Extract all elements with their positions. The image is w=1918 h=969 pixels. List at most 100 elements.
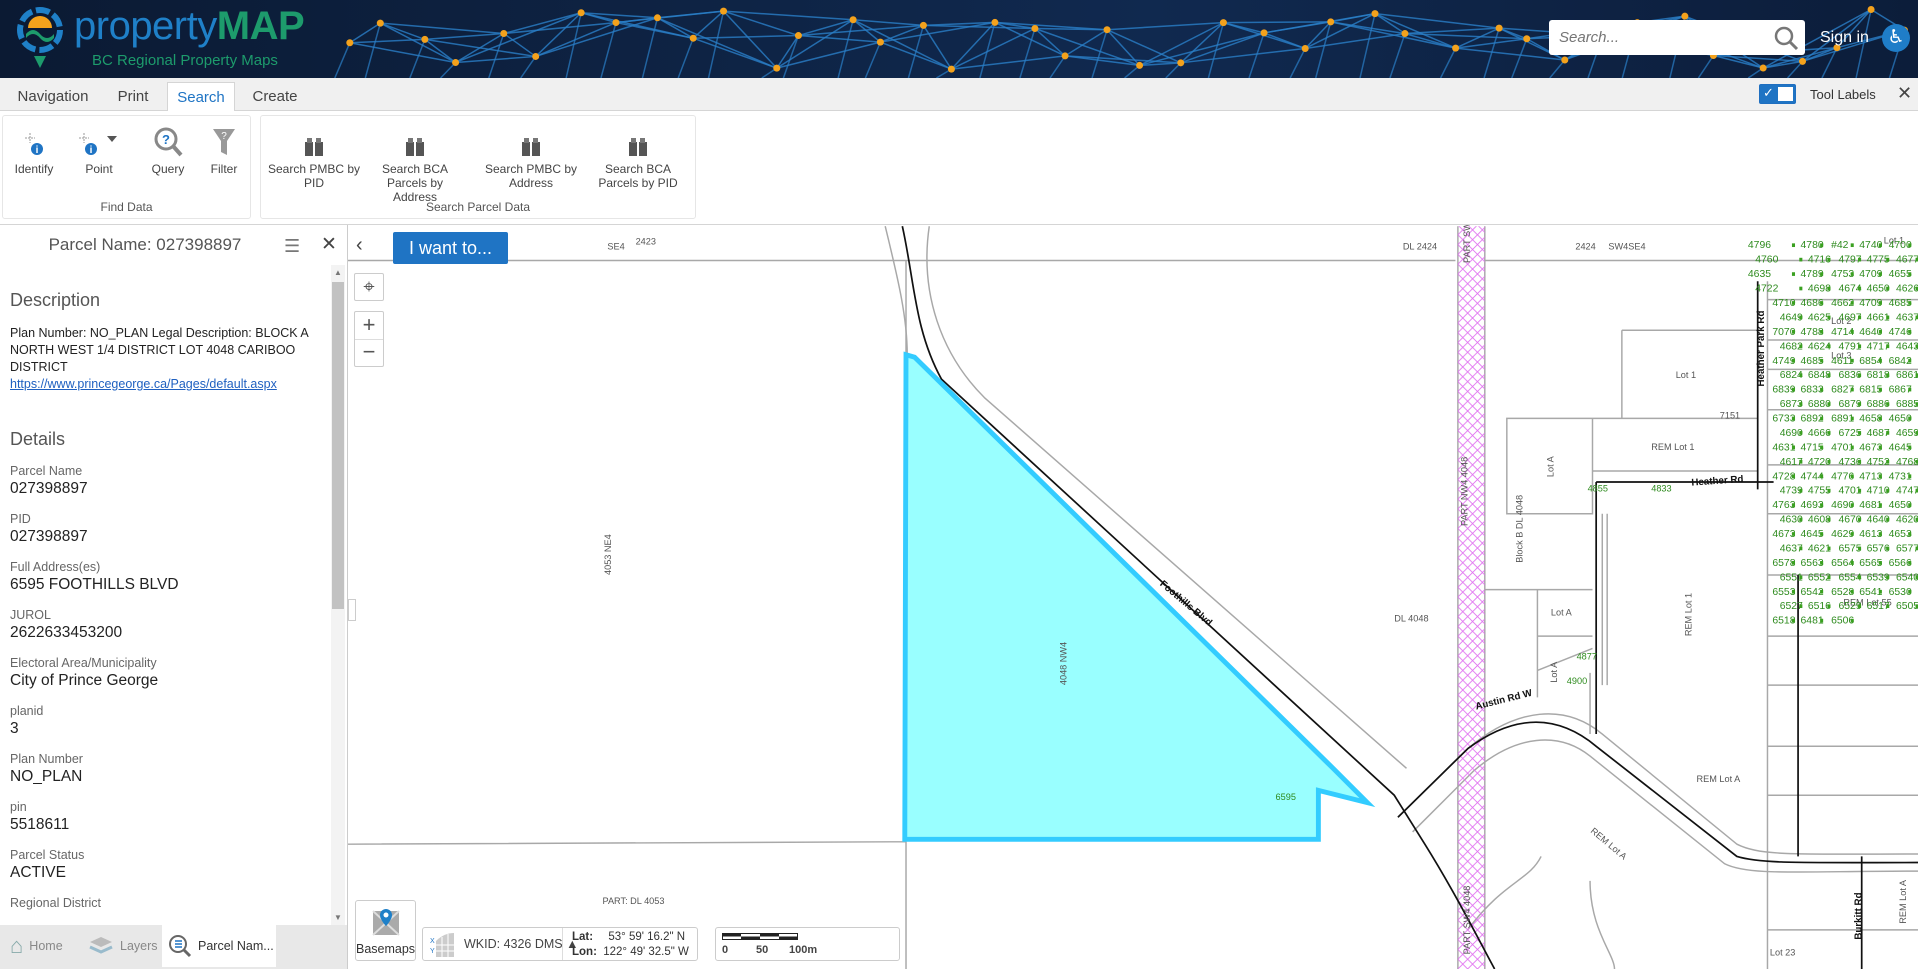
address-point [1850,445,1854,450]
address-point [1827,373,1831,377]
city-link[interactable]: https://www.princegeorge.ca/Pages/defaul… [10,377,277,391]
address-point [1850,329,1854,334]
map-label: Lot 23 [1770,948,1795,958]
svg-text:X: X [430,938,435,945]
address-point [1878,589,1882,594]
collapse-panel-button[interactable]: ‹ [356,234,363,257]
tab-navigation[interactable]: Navigation [8,82,98,111]
zoom-in-button[interactable]: + [355,312,383,340]
address-point [1858,488,1862,493]
address-point [1820,618,1824,623]
zoom-out-button[interactable]: − [355,340,383,367]
field-value: 027398897 [10,528,88,545]
binoculars-icon [406,138,424,156]
parcel-map[interactable]: SE4 2423 DL 2424 2424 SW4SE4 PART SW4 4053 NE4… [348,225,1918,969]
address-point [1791,329,1796,334]
sign-in-link[interactable]: Sign in [1820,29,1869,47]
address-point [1827,517,1831,522]
search-icon[interactable] [1773,25,1799,51]
address-label: 4620 [1896,515,1918,526]
search-parcel-data-label: Search Parcel Data [425,200,531,214]
search-input[interactable] [1559,29,1759,46]
close-ribbon-icon[interactable]: ✕ [1897,83,1912,104]
address-label: 4677 [1896,255,1918,266]
map-view[interactable]: SE4 2423 DL 2424 2424 SW4SE4 PART SW4 4053 NE4… [348,225,1918,969]
map-label: 4053 NE4 [603,534,613,575]
search-pmbc-by-pid-button[interactable]: Search PMBC by PID [267,124,361,190]
address-point [1827,257,1831,262]
address-point [1820,503,1824,507]
scale-bar: 0 50 100m [715,927,900,961]
basemaps-button[interactable]: Basemaps [355,900,416,961]
address-point [1858,517,1862,522]
tab-search[interactable]: Search [167,82,235,111]
address-point [1850,358,1854,363]
map-label: Lot A [1551,607,1573,617]
coordinate-system-icon[interactable]: XY [428,931,454,959]
selected-parcel-highlight[interactable] [902,351,1376,842]
address-point [1908,301,1912,305]
address-point [1878,329,1882,334]
address-point [1886,546,1890,551]
parcel-name-tab[interactable]: Parcel Nam... [162,925,276,967]
search-pmbc-by-address-button[interactable]: Search PMBC by Address [483,124,579,190]
tool-labels-label: Tool Labels [1810,87,1876,102]
identify-button[interactable]: i Identify [9,124,59,176]
search-bca-parcels-by-pid-button[interactable]: Search BCA Parcels by PID [591,124,685,190]
svg-text:Y: Y [430,948,435,955]
field-value: 027398897 [10,480,88,497]
address-point [1886,315,1890,320]
home-tab[interactable]: ⌂ Home [10,925,63,967]
locate-button[interactable]: ⌖ [354,273,384,301]
field-label: Regional District [10,896,102,910]
field-value: 6595 FOOTHILLS BLVD [10,576,179,593]
tab-print[interactable]: Print [108,82,158,111]
field-label: planid [10,704,44,718]
point-button[interactable]: i Point [71,124,127,176]
accessibility-icon[interactable]: ♿ [1882,24,1910,52]
address-point [1858,431,1862,435]
filter-button[interactable]: ? Filter [201,124,247,176]
menu-icon[interactable]: ☰ [284,236,300,257]
layers-tab[interactable]: Layers [88,925,158,967]
address-point [1827,488,1831,493]
address-point [1791,416,1796,421]
tool-labels-toggle[interactable]: ✓ [1759,84,1796,104]
address-point [1908,358,1912,363]
address-point [1886,604,1890,609]
address-point [1799,286,1803,291]
address-point [1908,445,1912,450]
address-point [1886,517,1890,522]
address-point [1820,445,1824,450]
address-point [1791,272,1796,276]
panel-splitter-handle[interactable] [348,599,356,621]
address-point [1827,315,1831,320]
field-value: City of Prince George [10,672,159,689]
map-label: 4900 [1567,676,1587,686]
query-button[interactable]: ? Query [143,124,193,176]
search-bca-parcels-by-address-button[interactable]: Search BCA Parcels by Address [373,124,457,204]
address-point [1799,344,1803,349]
map-label: SE4 [607,241,624,251]
i-want-to-button[interactable]: I want to... [393,232,508,264]
address-point [1850,561,1854,565]
panel-scrollbar[interactable]: ▲ ▼ [331,265,345,925]
address-point [1886,286,1890,291]
close-panel-icon[interactable]: ✕ [321,233,337,256]
map-label: Heather Park Rd [1756,311,1767,387]
address-label: 4722 [1755,284,1778,295]
binoculars-icon [522,138,540,156]
map-label: 2424 [1575,241,1595,251]
address-point [1858,604,1862,609]
address-point [1878,474,1882,479]
address-point [1908,272,1912,276]
address-point [1799,517,1803,522]
bottom-tabs: ⌂ Home Layers Parcel Nam... [0,925,348,969]
svg-text:i: i [36,145,39,156]
tab-create[interactable]: Create [243,82,307,111]
zoom-controls: + − [354,311,384,367]
address-point [1799,575,1803,580]
address-point [1799,315,1803,320]
address-point [1799,459,1803,464]
address-point [1820,561,1824,565]
